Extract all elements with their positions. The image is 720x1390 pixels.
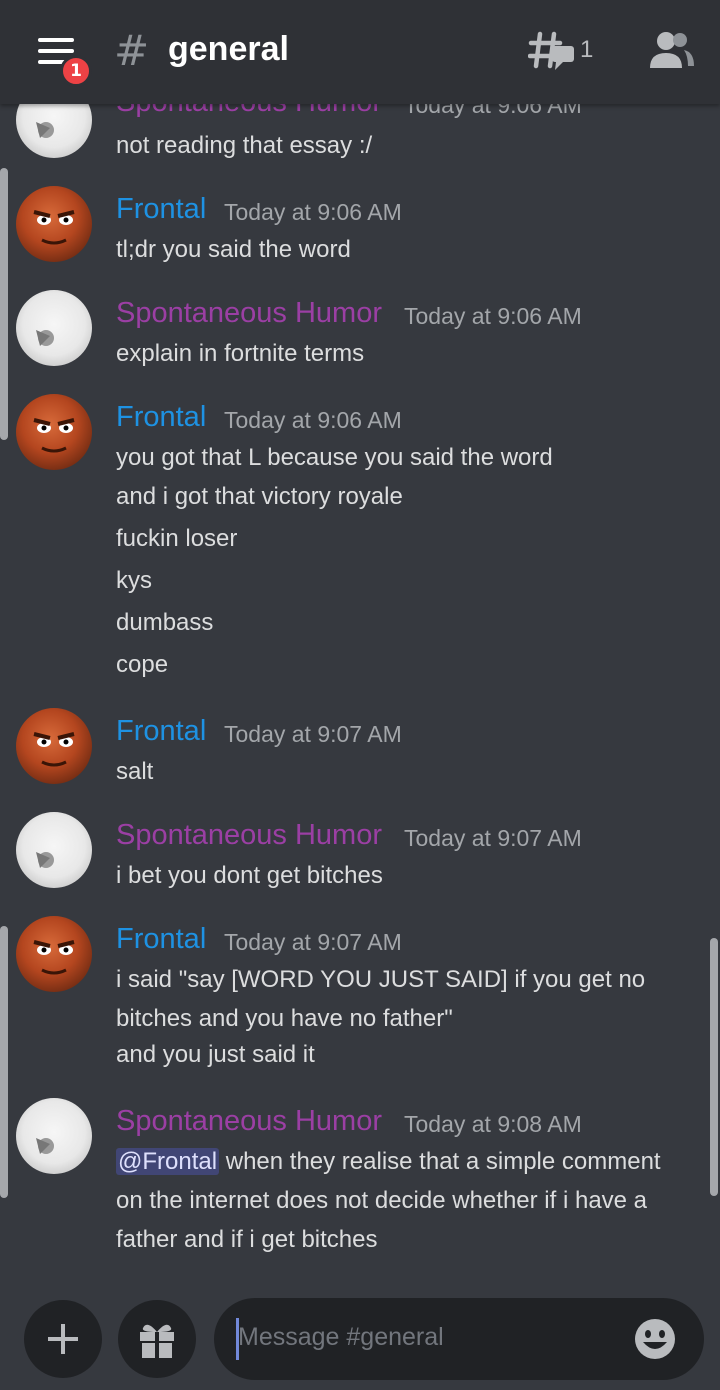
- emoji-icon[interactable]: [632, 1316, 678, 1362]
- author-name[interactable]: Frontal: [116, 923, 206, 956]
- message-text: cope: [116, 651, 169, 678]
- message-text: bitches and you have no father": [116, 1005, 453, 1032]
- message-input[interactable]: Message #general: [214, 1298, 704, 1380]
- user-mention[interactable]: @Frontal: [116, 1148, 220, 1175]
- timestamp: Today at 9:07 AM: [224, 721, 402, 747]
- timestamp: Today at 9:07 AM: [224, 929, 402, 955]
- message-text: tl;dr you said the word: [116, 236, 351, 263]
- message-text: dumbass: [116, 609, 214, 636]
- message-text: you got that L because you said the word: [116, 444, 553, 471]
- message-input-placeholder: Message #general: [238, 1323, 444, 1351]
- notification-badge: 1: [60, 55, 92, 87]
- author-name[interactable]: Spontaneous Humor: [116, 819, 382, 852]
- message-text: i said "say [WORD YOU JUST SAID] if you …: [116, 966, 646, 993]
- plus-icon[interactable]: [24, 1300, 102, 1378]
- author-name[interactable]: Frontal: [116, 715, 206, 748]
- threads-count: 1: [580, 36, 594, 63]
- timestamp: Today at 9:08 AM: [404, 1111, 582, 1137]
- timestamp: Today at 9:06 AM: [224, 199, 402, 225]
- avatar[interactable]: [16, 290, 92, 366]
- message-list[interactable]: Spontaneous Humor Today at 9:06 AM not r…: [0, 0, 720, 1290]
- avatar[interactable]: [16, 1098, 92, 1174]
- timestamp: Today at 9:06 AM: [224, 407, 402, 433]
- message-text: @Frontal when they realise that a simple…: [116, 1148, 661, 1176]
- message-text: fuckin loser: [116, 525, 238, 552]
- message-text: and i got that victory royale: [116, 483, 403, 510]
- message-text: and you just said it: [116, 1041, 315, 1068]
- author-name[interactable]: Spontaneous Humor: [116, 1105, 382, 1138]
- message-text-fragment: when they realise that a simple comment: [219, 1148, 661, 1175]
- avatar[interactable]: [16, 916, 92, 992]
- gift-icon[interactable]: [118, 1300, 196, 1378]
- message-text: i bet you dont get bitches: [116, 862, 383, 889]
- message-text: not reading that essay :/: [116, 132, 373, 159]
- author-name[interactable]: Spontaneous Humor: [116, 297, 382, 330]
- message-text: father and if i get bitches: [116, 1226, 378, 1253]
- message-text: kys: [116, 567, 152, 594]
- scroll-indicator-left-lower: [0, 926, 8, 1198]
- channel-title[interactable]: general: [168, 30, 289, 69]
- scrollbar-thumb[interactable]: [710, 938, 718, 1196]
- timestamp: Today at 9:07 AM: [404, 825, 582, 851]
- members-icon[interactable]: [648, 30, 696, 70]
- message-text: explain in fortnite terms: [116, 340, 365, 367]
- avatar[interactable]: [16, 394, 92, 470]
- avatar[interactable]: [16, 186, 92, 262]
- message-text: salt: [116, 758, 154, 785]
- message-text: on the internet does not decide whether …: [116, 1187, 648, 1214]
- channel-header: 1 # general 1: [0, 0, 720, 104]
- author-name[interactable]: Frontal: [116, 401, 206, 434]
- hash-icon: #: [114, 26, 150, 75]
- author-name[interactable]: Frontal: [116, 193, 206, 226]
- avatar[interactable]: [16, 708, 92, 784]
- avatar[interactable]: [16, 812, 92, 888]
- scroll-indicator-left: [0, 168, 8, 440]
- timestamp: Today at 9:06 AM: [404, 303, 582, 329]
